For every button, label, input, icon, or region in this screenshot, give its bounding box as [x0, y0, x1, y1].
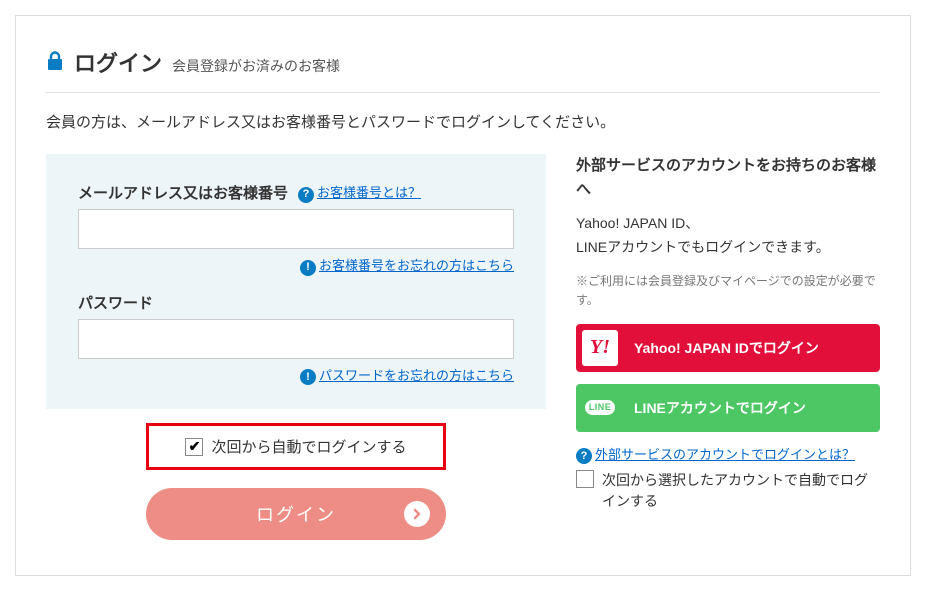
yahoo-icon: Y!: [582, 330, 618, 366]
lock-icon: [46, 51, 64, 71]
external-service-help-link[interactable]: 外部サービスのアカウントでログインとは？: [595, 447, 855, 462]
external-desc: Yahoo! JAPAN ID、 LINEアカウントでもログインできます。: [576, 212, 880, 260]
right-column: 外部サービスのアカウントをお持ちのお客様へ Yahoo! JAPAN ID、 L…: [576, 154, 880, 540]
pw-label: パスワード: [78, 292, 153, 313]
info-icon: !: [300, 260, 316, 276]
auto-login-highlight-box: 次回から自動でログインする: [146, 423, 446, 470]
line-login-label: LINEアカウントでログイン: [624, 398, 880, 418]
columns: メールアドレス又はお客様番号 ?お客様番号とは？ !お客様番号をお忘れの方はこち…: [46, 154, 880, 540]
id-input[interactable]: [78, 209, 514, 249]
external-help-row: ?外部サービスのアカウントでログインとは？: [576, 444, 880, 465]
auto-login-checkbox[interactable]: [185, 438, 203, 456]
question-icon: ?: [298, 187, 314, 203]
forgot-password-link[interactable]: パスワードをお忘れの方はこちら: [319, 368, 514, 383]
line-icon: LINE: [576, 384, 624, 432]
header: ログイン 会員登録がお済みのお客様: [46, 46, 880, 93]
login-button[interactable]: ログイン: [146, 488, 446, 540]
yahoo-login-button[interactable]: Y! Yahoo! JAPAN IDでログイン: [576, 324, 880, 372]
external-auto-login-checkbox[interactable]: [576, 470, 594, 488]
info-icon: !: [300, 369, 316, 385]
external-auto-login-label: 次回から選択したアカウントで自動でログインする: [602, 470, 880, 512]
external-heading: 外部サービスのアカウントをお持ちのお客様へ: [576, 154, 880, 202]
page-title: ログイン: [74, 46, 162, 78]
id-label-row: メールアドレス又はお客様番号 ?お客様番号とは？: [78, 182, 514, 203]
pw-label-row: パスワード: [78, 292, 514, 313]
page-subtitle: 会員登録がお済みのお客様: [172, 56, 340, 76]
external-note: ※ご利用には会員登録及びマイページでの設定が必要です。: [576, 272, 880, 310]
auto-login-label: 次回から自動でログインする: [211, 436, 406, 457]
line-login-button[interactable]: LINE LINEアカウントでログイン: [576, 384, 880, 432]
login-button-label: ログイン: [256, 501, 336, 527]
external-desc-line2: LINEアカウントでもログインできます。: [576, 239, 830, 255]
login-form: メールアドレス又はお客様番号 ?お客様番号とは？ !お客様番号をお忘れの方はこち…: [46, 154, 546, 409]
id-label: メールアドレス又はお客様番号: [78, 182, 288, 203]
question-icon: ?: [576, 448, 592, 464]
chevron-right-icon: [404, 501, 430, 527]
left-column: メールアドレス又はお客様番号 ?お客様番号とは？ !お客様番号をお忘れの方はこち…: [46, 154, 546, 540]
id-help-wrap: ?お客様番号とは？: [298, 182, 421, 203]
customer-number-help-link[interactable]: お客様番号とは？: [317, 185, 421, 200]
password-input[interactable]: [78, 319, 514, 359]
yahoo-login-label: Yahoo! JAPAN IDでログイン: [624, 338, 880, 358]
instruction-text: 会員の方は、メールアドレス又はお客様番号とパスワードでログインしてください。: [46, 111, 880, 132]
login-card: ログイン 会員登録がお済みのお客様 会員の方は、メールアドレス又はお客様番号とパ…: [15, 15, 911, 576]
forgot-customer-number-link[interactable]: お客様番号をお忘れの方はこちら: [319, 258, 514, 273]
external-auto-login-row: 次回から選択したアカウントで自動でログインする: [576, 470, 880, 512]
id-forgot-row: !お客様番号をお忘れの方はこちら: [78, 255, 514, 276]
pw-forgot-row: !パスワードをお忘れの方はこちら: [78, 365, 514, 386]
external-desc-line1: Yahoo! JAPAN ID、: [576, 215, 699, 231]
